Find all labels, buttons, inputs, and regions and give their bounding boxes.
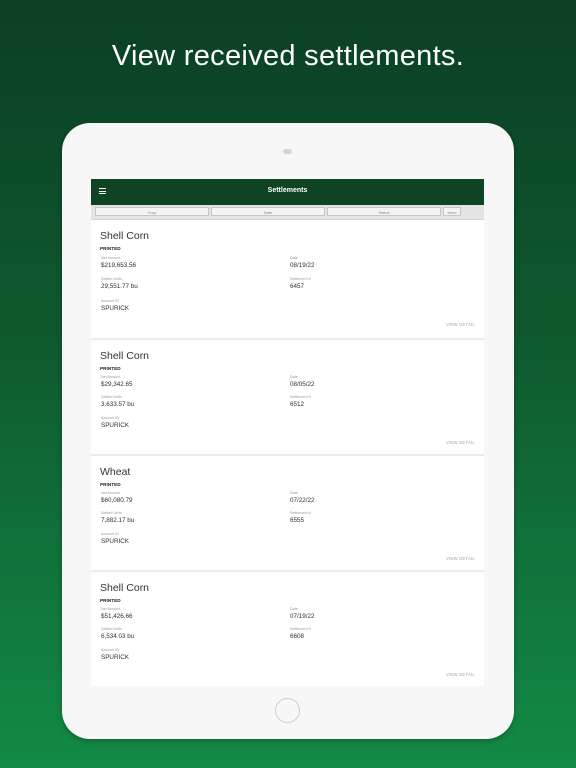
- status-badge: PRINTED: [100, 482, 121, 487]
- net-amount-value: $60,080.79: [101, 497, 133, 504]
- net-amount-value: $29,342.65: [101, 381, 133, 388]
- headline: View received settlements.: [111, 40, 465, 72]
- tablet-frame: Settlements Crop Date Status More Shell …: [62, 123, 514, 739]
- date-value: 07/22/22: [290, 497, 315, 504]
- page-title: Settlements: [267, 187, 308, 194]
- account-id-value: SPURICK: [101, 305, 129, 312]
- account-id-value: SPURICK: [101, 654, 129, 661]
- settled-units-value: 29,551.77 bu: [101, 283, 138, 290]
- settlement-number-label: Settlement #: [290, 627, 311, 631]
- crop-name: Shell Corn: [100, 230, 150, 242]
- crop-name: Shell Corn: [100, 350, 150, 362]
- settlement-number-label: Settlement #: [290, 277, 311, 281]
- date-label: Date: [290, 256, 298, 260]
- account-id-label: Account ID: [101, 299, 120, 303]
- app-bar: Settlements: [91, 179, 484, 205]
- settlement-card[interactable]: Shell Corn PRINTED Net Amount $51,426.66…: [91, 572, 484, 686]
- view-detail-link[interactable]: VIEW DETAIL: [446, 556, 475, 561]
- settled-units-label: Settled Units: [101, 511, 122, 515]
- account-id-label: Account ID: [101, 416, 120, 420]
- settled-units-value: 7,882.17 bu: [101, 517, 135, 524]
- settled-units-label: Settled Units: [101, 395, 122, 399]
- settled-units-value: 6,534.03 bu: [101, 633, 135, 640]
- camera-dot: [283, 149, 292, 154]
- filter-bar: Crop Date Status More: [91, 205, 484, 220]
- date-value: 07/19/22: [290, 613, 315, 620]
- status-badge: PRINTED: [100, 598, 121, 603]
- net-amount-label: Net Amount: [101, 607, 121, 611]
- net-amount-value: $51,426.66: [101, 613, 133, 620]
- settled-units-value: 3,633.57 bu: [101, 401, 135, 408]
- settlement-card[interactable]: Shell Corn PRINTED Net Amount $219,653.5…: [91, 220, 484, 338]
- status-badge: PRINTED: [100, 246, 121, 251]
- date-filter[interactable]: Date: [211, 207, 325, 216]
- settled-units-label: Settled Units: [101, 627, 122, 631]
- crop-name: Wheat: [100, 466, 131, 478]
- net-amount-label: Net Amount: [101, 491, 121, 495]
- date-value: 08/19/22: [290, 262, 315, 269]
- account-id-value: SPURICK: [101, 422, 129, 429]
- status-badge: PRINTED: [100, 366, 121, 371]
- more-filter[interactable]: More: [443, 207, 461, 216]
- crop-name: Shell Corn: [100, 582, 150, 594]
- settled-units-label: Settled Units: [101, 277, 122, 281]
- settlement-number-value: 6608: [290, 633, 305, 640]
- date-value: 08/05/22: [290, 381, 315, 388]
- settlement-number-label: Settlement #: [290, 395, 311, 399]
- settlement-number-value: 6512: [290, 401, 305, 408]
- view-detail-link[interactable]: VIEW DETAIL: [446, 440, 475, 445]
- settlement-number-value: 6555: [290, 517, 305, 524]
- account-id-label: Account ID: [101, 648, 120, 652]
- settlement-number-value: 6457: [290, 283, 305, 290]
- settlement-card[interactable]: Wheat PRINTED Net Amount $60,080.79 Date…: [91, 456, 484, 570]
- settlement-card[interactable]: Shell Corn PRINTED Net Amount $29,342.65…: [91, 340, 484, 454]
- account-id-value: SPURICK: [101, 538, 129, 545]
- view-detail-link[interactable]: VIEW DETAIL: [446, 672, 475, 677]
- account-id-label: Account ID: [101, 532, 120, 536]
- date-label: Date: [290, 491, 298, 495]
- crop-filter[interactable]: Crop: [95, 207, 209, 216]
- home-button[interactable]: [275, 698, 300, 723]
- settlement-number-label: Settlement #: [290, 511, 311, 515]
- app-screen: Settlements Crop Date Status More Shell …: [91, 179, 484, 686]
- net-amount-label: Net Amount: [101, 375, 121, 379]
- net-amount-value: $219,653.56: [101, 262, 137, 269]
- view-detail-link[interactable]: VIEW DETAIL: [446, 322, 475, 327]
- date-label: Date: [290, 607, 298, 611]
- date-label: Date: [290, 375, 298, 379]
- status-filter[interactable]: Status: [327, 207, 441, 216]
- net-amount-label: Net Amount: [101, 256, 121, 260]
